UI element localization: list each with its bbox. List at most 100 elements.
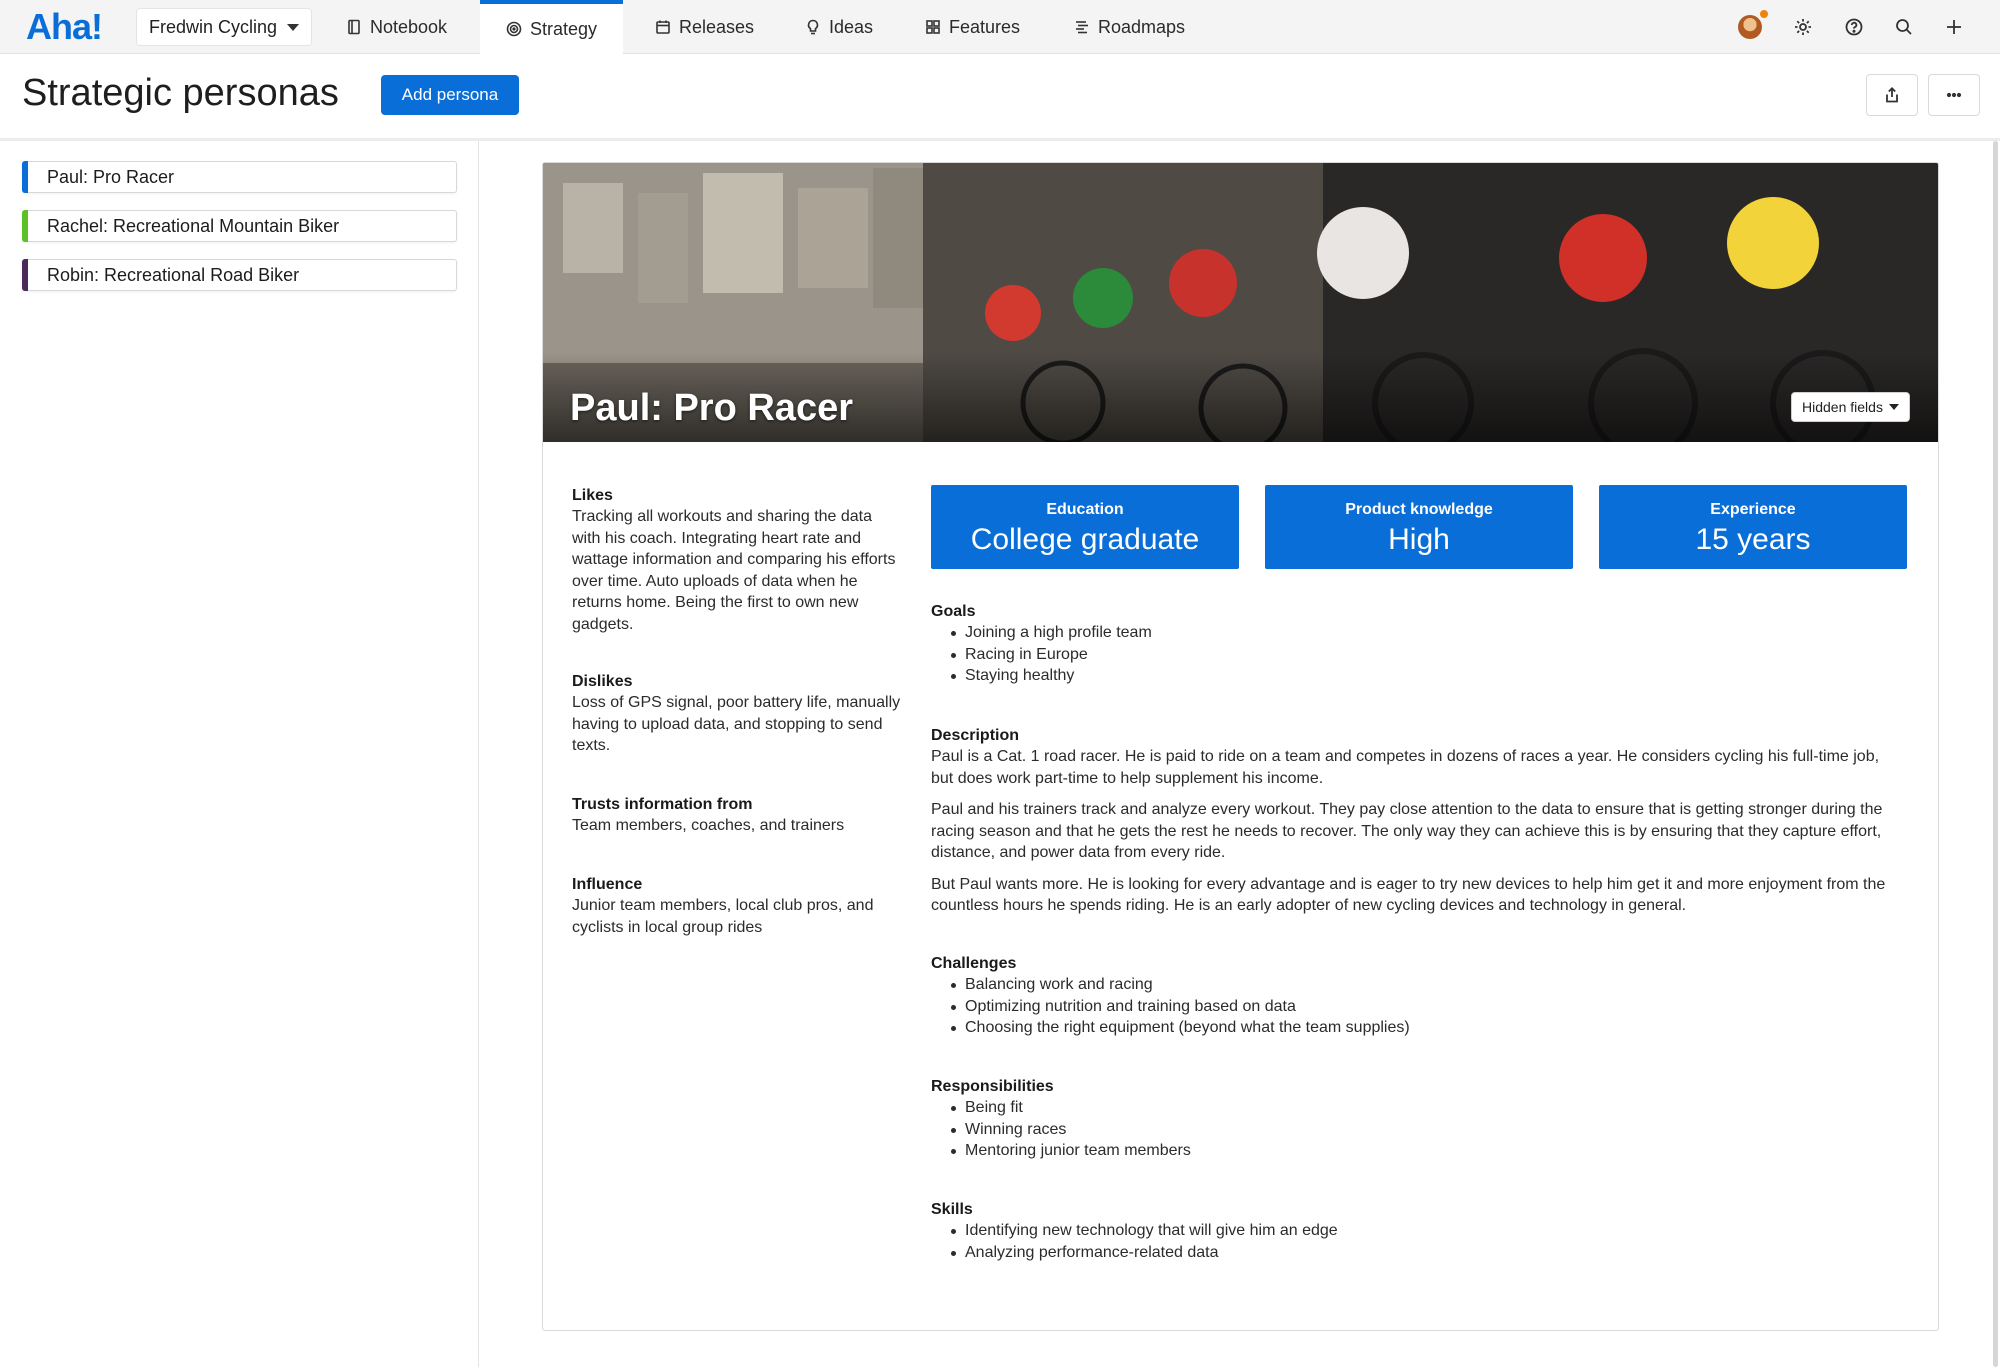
stat-experience: Experience 15 years — [1599, 485, 1907, 569]
stat-education: Education College graduate — [931, 485, 1239, 569]
tab-label: Releases — [679, 17, 754, 38]
stat-label: Product knowledge — [1265, 500, 1573, 520]
caret-down-icon — [287, 24, 299, 31]
list-item: Optimizing nutrition and training based … — [951, 996, 1901, 1018]
persona-label: Robin: Recreational Road Biker — [47, 265, 299, 286]
top-nav: Aha! Fredwin Cycling Notebook Strategy R… — [0, 0, 2000, 54]
influence-section: Influence Junior team members, local clu… — [572, 874, 902, 938]
more-icon — [1945, 86, 1963, 104]
list-item: Analyzing performance-related data — [951, 1242, 1901, 1264]
trusts-label: Trusts information from — [572, 794, 902, 815]
persona-name: Paul: Pro Racer — [570, 387, 853, 430]
add-persona-button[interactable]: Add persona — [381, 75, 519, 115]
challenges-list: Balancing work and racing Optimizing nut… — [931, 974, 1901, 1039]
aha-logo[interactable]: Aha! — [26, 6, 102, 48]
trusts-section: Trusts information from Team members, co… — [572, 794, 902, 837]
settings-button[interactable] — [1790, 14, 1816, 40]
help-button[interactable] — [1841, 14, 1867, 40]
page-title: Strategic personas — [22, 72, 339, 115]
caret-down-icon — [1889, 404, 1899, 410]
hidden-fields-dropdown[interactable]: Hidden fields — [1791, 392, 1910, 422]
more-options-button[interactable] — [1928, 74, 1980, 116]
stat-value: 15 years — [1599, 522, 1907, 558]
share-icon — [1883, 86, 1901, 104]
workspace-label: Fredwin Cycling — [149, 17, 277, 38]
influence-text: Junior team members, local club pros, an… — [572, 895, 902, 938]
roadmap-icon — [1074, 19, 1090, 35]
dislikes-label: Dislikes — [572, 671, 902, 692]
page-scrollbar[interactable] — [1993, 141, 1998, 1367]
challenges-section: Challenges Balancing work and racing Opt… — [931, 953, 1901, 1039]
description-paragraph: But Paul wants more. He is looking for e… — [931, 874, 1901, 917]
list-item: Staying healthy — [951, 665, 1901, 687]
stat-product-knowledge: Product knowledge High — [1265, 485, 1573, 569]
description-section: Description Paul is a Cat. 1 road racer.… — [931, 725, 1901, 927]
lightbulb-icon — [805, 19, 821, 35]
responsibilities-label: Responsibilities — [931, 1076, 1901, 1097]
add-button[interactable] — [1941, 14, 1967, 40]
notebook-icon — [346, 19, 362, 35]
likes-section: Likes Tracking all workouts and sharing … — [572, 485, 902, 635]
calendar-icon — [655, 19, 671, 35]
persona-label: Paul: Pro Racer — [47, 167, 174, 188]
persona-color-bar — [22, 210, 28, 242]
persona-sidebar: Paul: Pro Racer Rachel: Recreational Mou… — [0, 141, 479, 1367]
list-item: Racing in Europe — [951, 644, 1901, 666]
tab-strategy[interactable]: Strategy — [480, 0, 623, 54]
grid-icon — [925, 19, 941, 35]
list-item: Winning races — [951, 1119, 1901, 1141]
share-button[interactable] — [1866, 74, 1918, 116]
stat-value: College graduate — [931, 522, 1239, 558]
hidden-fields-label: Hidden fields — [1802, 399, 1883, 415]
gear-icon — [1793, 17, 1813, 37]
responsibilities-section: Responsibilities Being fit Winning races… — [931, 1076, 1901, 1162]
target-icon — [506, 21, 522, 37]
persona-hero-image: Paul: Pro Racer Hidden fields — [543, 163, 1939, 442]
skills-label: Skills — [931, 1199, 1901, 1220]
sidebar-item-rachel[interactable]: Rachel: Recreational Mountain Biker — [22, 210, 457, 242]
tab-label: Roadmaps — [1098, 17, 1185, 38]
likes-text: Tracking all workouts and sharing the da… — [572, 506, 902, 635]
help-icon — [1844, 17, 1864, 37]
list-item: Mentoring junior team members — [951, 1140, 1901, 1162]
tab-label: Features — [949, 17, 1020, 38]
stat-value: High — [1265, 522, 1573, 558]
persona-card: Paul: Pro Racer Hidden fields Likes Trac… — [542, 162, 1939, 1331]
sidebar-item-paul[interactable]: Paul: Pro Racer — [22, 161, 457, 193]
notification-dot — [1758, 8, 1770, 20]
tab-label: Strategy — [530, 19, 597, 40]
search-icon — [1894, 17, 1914, 37]
search-button[interactable] — [1891, 14, 1917, 40]
tab-releases[interactable]: Releases — [655, 0, 754, 54]
list-item: Identifying new technology that will giv… — [951, 1220, 1901, 1242]
skills-section: Skills Identifying new technology that w… — [931, 1199, 1901, 1263]
persona-color-bar — [22, 259, 28, 291]
workspace-select[interactable]: Fredwin Cycling — [136, 8, 312, 46]
persona-label: Rachel: Recreational Mountain Biker — [47, 216, 339, 237]
likes-label: Likes — [572, 485, 902, 506]
list-item: Choosing the right equipment (beyond wha… — [951, 1017, 1901, 1039]
goals-section: Goals Joining a high profile team Racing… — [931, 601, 1901, 687]
list-item: Joining a high profile team — [951, 622, 1901, 644]
influence-label: Influence — [572, 874, 902, 895]
goals-label: Goals — [931, 601, 1901, 622]
description-label: Description — [931, 725, 1901, 746]
tab-ideas[interactable]: Ideas — [805, 0, 873, 54]
responsibilities-list: Being fit Winning races Mentoring junior… — [931, 1097, 1901, 1162]
dislikes-text: Loss of GPS signal, poor battery life, m… — [572, 692, 902, 757]
tab-label: Ideas — [829, 17, 873, 38]
stat-label: Education — [931, 500, 1239, 520]
stat-label: Experience — [1599, 500, 1907, 520]
challenges-label: Challenges — [931, 953, 1901, 974]
trusts-text: Team members, coaches, and trainers — [572, 815, 902, 837]
plus-icon — [1944, 17, 1964, 37]
sidebar-item-robin[interactable]: Robin: Recreational Road Biker — [22, 259, 457, 291]
dislikes-section: Dislikes Loss of GPS signal, poor batter… — [572, 671, 902, 757]
tab-roadmaps[interactable]: Roadmaps — [1074, 0, 1185, 54]
tab-features[interactable]: Features — [925, 0, 1020, 54]
list-item: Being fit — [951, 1097, 1901, 1119]
user-avatar[interactable] — [1738, 15, 1762, 39]
list-item: Balancing work and racing — [951, 974, 1901, 996]
tab-notebook[interactable]: Notebook — [346, 0, 447, 54]
goals-list: Joining a high profile team Racing in Eu… — [931, 622, 1901, 687]
